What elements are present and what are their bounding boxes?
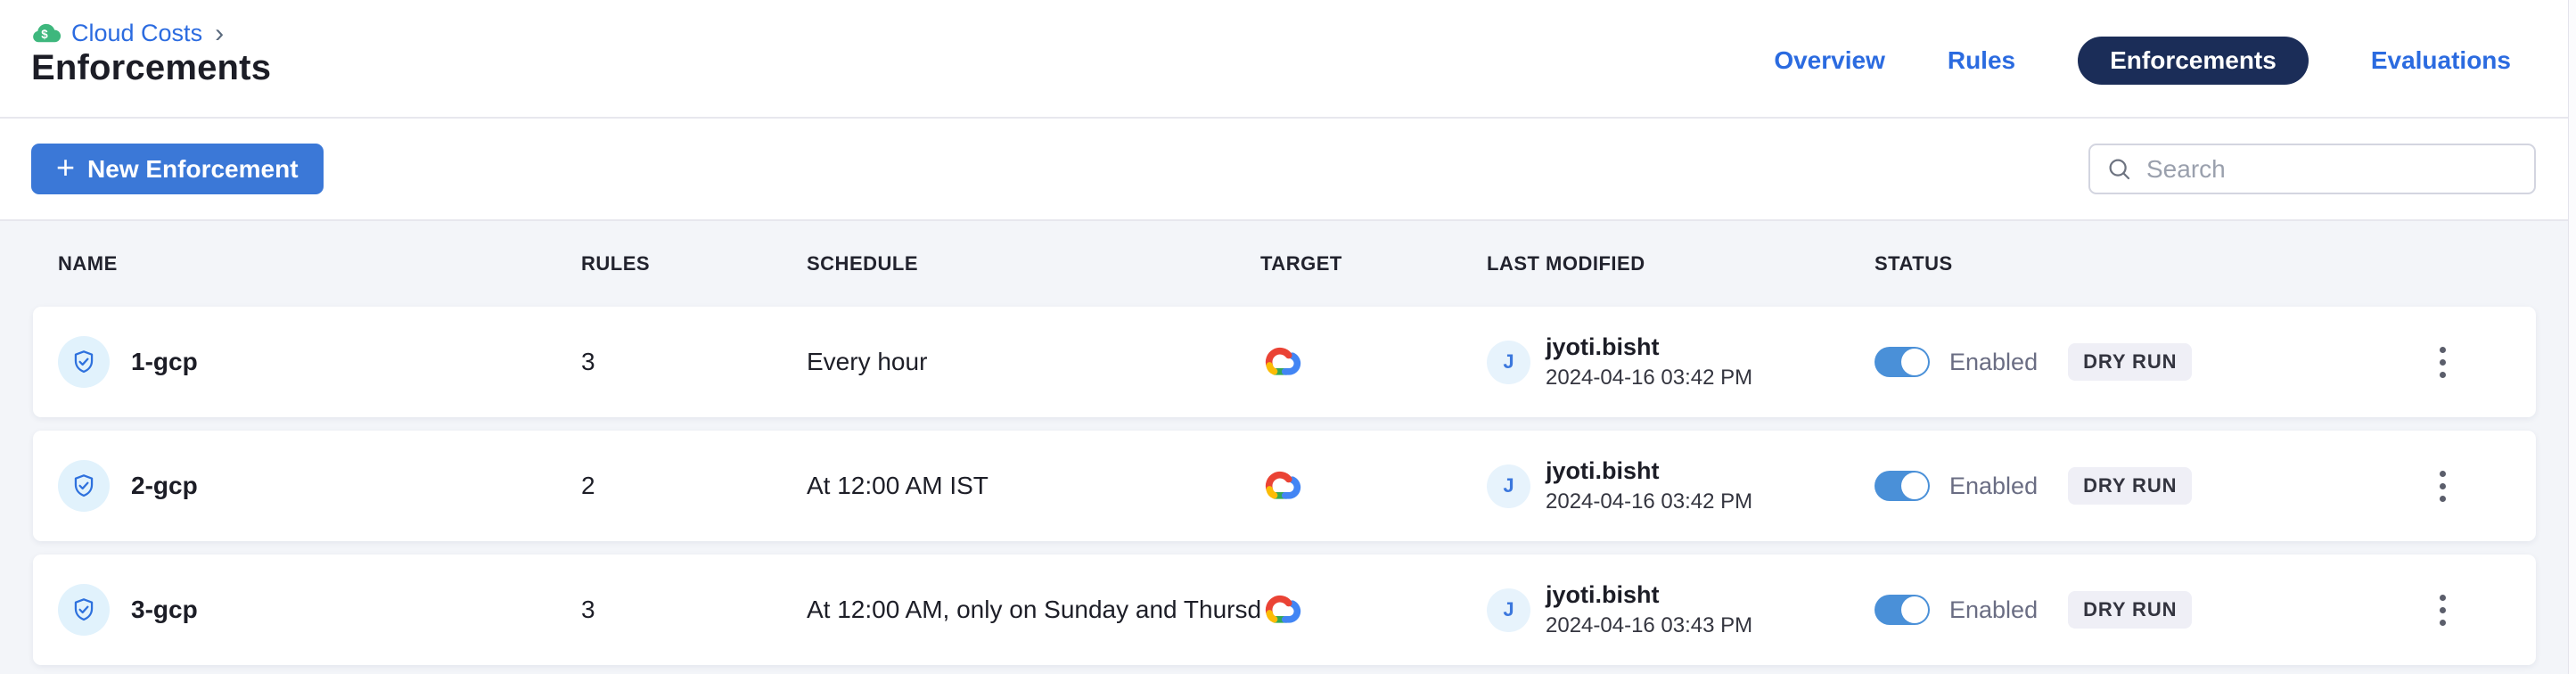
toggle-knob xyxy=(1901,473,1928,499)
search-box[interactable] xyxy=(2088,144,2536,194)
kebab-menu-icon[interactable] xyxy=(2429,584,2457,637)
toggle-knob xyxy=(1901,349,1928,375)
breadcrumb: $ Cloud Costs › xyxy=(31,20,224,47)
enabled-toggle[interactable] xyxy=(1875,471,1930,501)
status-label: Enabled xyxy=(1949,596,2038,624)
svg-text:$: $ xyxy=(41,28,48,41)
dry-run-badge: DRY RUN xyxy=(2068,467,2192,505)
shield-check-icon xyxy=(58,336,110,388)
toggle-knob xyxy=(1901,596,1928,623)
table-row[interactable]: 3-gcp 3 At 12:00 AM, only on Sunday and … xyxy=(33,555,2536,665)
status-label: Enabled xyxy=(1949,473,2038,500)
dry-run-badge: DRY RUN xyxy=(2068,591,2192,629)
page-header: $ Cloud Costs › Enforcements Overview Ru… xyxy=(0,0,2576,119)
shield-check-icon xyxy=(58,584,110,636)
tab-rules[interactable]: Rules xyxy=(1948,46,2015,75)
enabled-toggle[interactable] xyxy=(1875,347,1930,377)
gcp-cloud-icon xyxy=(1260,467,1301,501)
status-label: Enabled xyxy=(1949,349,2038,376)
tab-overview[interactable]: Overview xyxy=(1774,46,1885,75)
column-header-status: STATUS xyxy=(1875,252,2374,275)
avatar: J xyxy=(1487,588,1530,632)
enforcements-page: $ Cloud Costs › Enforcements Overview Ru… xyxy=(0,0,2576,674)
breadcrumb-link-cloud-costs[interactable]: Cloud Costs xyxy=(71,20,202,47)
column-header-last-modified: LAST MODIFIED xyxy=(1487,252,1875,275)
gcp-cloud-icon xyxy=(1260,343,1301,377)
search-input[interactable] xyxy=(2146,155,2518,184)
table-header-row: NAME RULES SCHEDULE TARGET LAST MODIFIED… xyxy=(33,221,2536,307)
chevron-right-icon: › xyxy=(215,21,224,47)
kebab-menu-icon[interactable] xyxy=(2429,336,2457,389)
rules-count: 3 xyxy=(581,596,807,624)
table-row[interactable]: 2-gcp 2 At 12:00 AM IST J jyoti.bisht xyxy=(33,431,2536,541)
rules-count: 2 xyxy=(581,472,807,500)
modified-by: jyoti.bisht xyxy=(1546,580,1752,609)
modified-by: jyoti.bisht xyxy=(1546,333,1752,361)
plus-icon: + xyxy=(56,152,75,184)
enforcement-name: 3-gcp xyxy=(131,596,198,624)
module-nav: Overview Rules Enforcements Evaluations xyxy=(1774,36,2511,86)
column-header-rules: RULES xyxy=(581,252,807,275)
modified-by: jyoti.bisht xyxy=(1546,456,1752,485)
new-enforcement-button[interactable]: + New Enforcement xyxy=(31,144,324,194)
modified-at: 2024-04-16 03:42 PM xyxy=(1546,489,1752,515)
schedule: At 12:00 AM, only on Sunday and Thursday… xyxy=(807,596,1260,624)
cloud-costs-module-icon: $ xyxy=(31,21,61,46)
column-header-target: TARGET xyxy=(1260,252,1487,275)
avatar: J xyxy=(1487,464,1530,508)
kebab-menu-icon[interactable] xyxy=(2429,460,2457,513)
enabled-toggle[interactable] xyxy=(1875,595,1930,625)
column-header-schedule: SCHEDULE xyxy=(807,252,1260,275)
new-enforcement-button-label: New Enforcement xyxy=(87,155,299,184)
tab-enforcements[interactable]: Enforcements xyxy=(2078,37,2309,85)
page-title: Enforcements xyxy=(31,48,271,88)
enforcement-name: 1-gcp xyxy=(131,348,198,376)
modified-at: 2024-04-16 03:43 PM xyxy=(1546,613,1752,639)
schedule: At 12:00 AM IST xyxy=(807,472,1260,500)
scrollbar-track[interactable] xyxy=(2568,0,2576,674)
rules-count: 3 xyxy=(581,348,807,376)
enforcements-table: NAME RULES SCHEDULE TARGET LAST MODIFIED… xyxy=(0,221,2576,674)
shield-check-icon xyxy=(58,460,110,512)
toolbar: + New Enforcement xyxy=(0,119,2576,221)
dry-run-badge: DRY RUN xyxy=(2068,343,2192,381)
schedule: Every hour xyxy=(807,348,1260,376)
gcp-cloud-icon xyxy=(1260,591,1301,625)
search-icon xyxy=(2106,156,2133,183)
tab-evaluations[interactable]: Evaluations xyxy=(2371,46,2511,75)
table-row[interactable]: 1-gcp 3 Every hour J jyoti.bisht xyxy=(33,307,2536,417)
avatar: J xyxy=(1487,341,1530,384)
modified-at: 2024-04-16 03:42 PM xyxy=(1546,366,1752,391)
column-header-name: NAME xyxy=(58,252,581,275)
enforcement-name: 2-gcp xyxy=(131,472,198,500)
